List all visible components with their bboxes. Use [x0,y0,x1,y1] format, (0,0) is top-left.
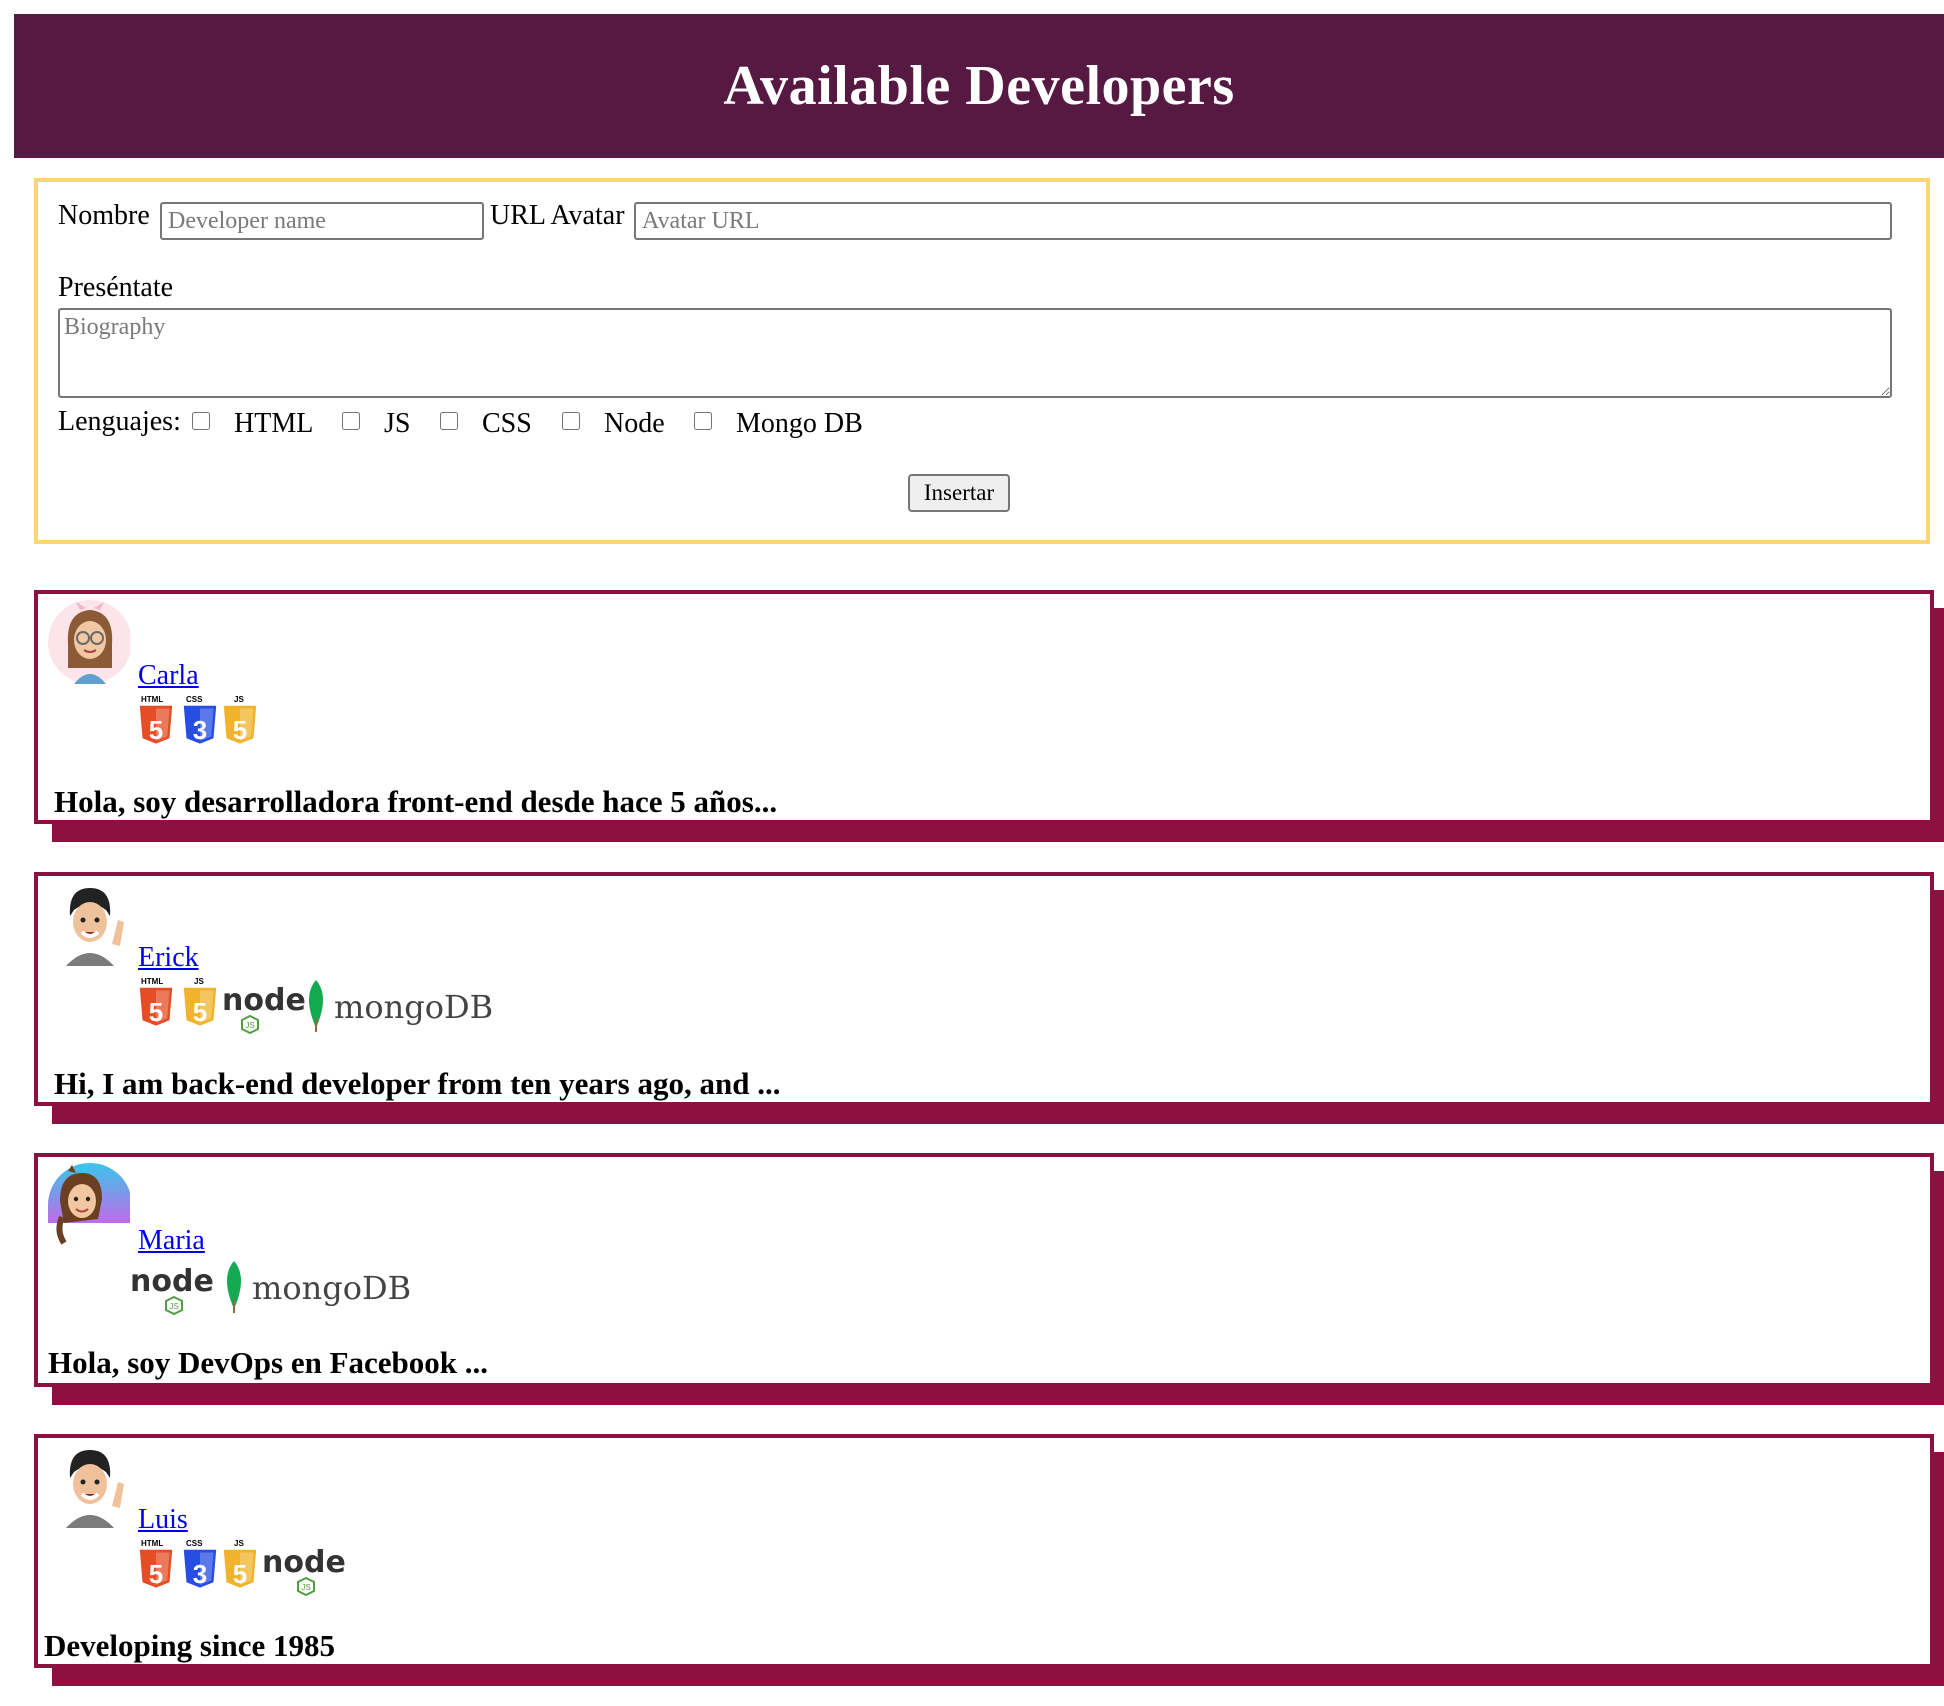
checkbox-node-label: Node [604,408,665,439]
languages-label: Lenguajes: [58,406,181,437]
developer-name-link[interactable]: Luis [138,1504,188,1536]
developer-card: Luis HTML 5 CSS 3 JS 5 node JS Developin… [34,1434,1934,1668]
js-logo: JS 5 [223,695,257,745]
skill-logos: HTML 5 CSS 3 JS 5 node JS [139,1539,346,1597]
avatar-erick [66,888,124,966]
css3-logo: CSS 3 [183,695,217,745]
css3-logo: CSS 3 [183,1539,217,1589]
developer-card: Erick HTML 5 JS 5 node JS mongoDB Hi, I … [34,872,1934,1106]
developer-card: Carla HTML 5 CSS 3 JS 5 Hola, soy desarr… [34,590,1934,824]
svg-text:3: 3 [193,1559,207,1589]
svg-text:5: 5 [149,1559,163,1589]
svg-text:3: 3 [193,715,207,745]
developer-name-input[interactable] [160,202,484,240]
svg-text:mongoDB: mongoDB [252,1269,411,1307]
developer-bio: Hola, soy desarrolladora front-end desde… [54,784,778,819]
svg-text:CSS: CSS [186,695,203,704]
avatar-carla [48,600,130,684]
svg-text:node: node [222,983,306,1018]
svg-text:5: 5 [193,997,207,1027]
developer-bio: Hi, I am back-end developer from ten yea… [54,1066,781,1101]
name-label: Nombre [58,200,150,231]
biography-textarea[interactable] [58,308,1892,398]
nodejs-logo: node JS [222,983,306,1035]
skill-logos: node JS mongoDB [130,1261,411,1316]
svg-text:HTML: HTML [141,977,163,986]
page-title: Available Developers [723,55,1235,117]
html5-logo: HTML 5 [139,1539,173,1589]
skill-logos: HTML 5 JS 5 node JS mongoDB [139,977,493,1035]
svg-text:CSS: CSS [186,1539,203,1548]
mongodb-logo: mongoDB [227,1261,411,1313]
svg-text:JS: JS [194,977,204,986]
developer-bio: Hola, soy DevOps en Facebook ... [48,1345,489,1380]
developer-name-link[interactable]: Carla [138,660,199,692]
svg-text:JS: JS [234,1539,244,1548]
developer-card: Maria node JS mongoDB Hola, soy DevOps e… [34,1153,1934,1387]
checkbox-js-label: JS [384,408,411,439]
js-logo: JS 5 [223,1539,257,1589]
checkbox-mongodb-label: Mongo DB [736,408,863,439]
checkbox-css[interactable] [440,412,458,430]
svg-text:JS: JS [301,1583,310,1592]
checkbox-html[interactable] [192,412,210,430]
mongodb-logo: mongoDB [309,980,493,1032]
checkbox-js[interactable] [342,412,360,430]
nodejs-logo: node JS [262,1545,346,1597]
html5-logo: HTML 5 [139,695,173,745]
html5-logo: HTML 5 [139,977,173,1027]
svg-text:HTML: HTML [141,695,163,704]
avatar-luis [66,1450,124,1528]
developer-name-link[interactable]: Erick [138,942,199,974]
page-header: Available Developers [14,14,1944,158]
svg-text:5: 5 [149,997,163,1027]
developer-form: Nombre URL Avatar Preséntate Lenguajes: … [34,178,1930,544]
svg-text:5: 5 [149,715,163,745]
nodejs-logo: node JS [130,1264,214,1316]
svg-text:5: 5 [233,1559,247,1589]
avatar-url-input[interactable] [634,202,1892,240]
svg-text:mongoDB: mongoDB [334,988,493,1026]
checkbox-node[interactable] [562,412,580,430]
svg-text:5: 5 [233,715,247,745]
checkbox-html-label: HTML [234,408,314,439]
svg-text:node: node [130,1264,214,1299]
developer-name-link[interactable]: Maria [138,1225,205,1257]
avatar-maria [48,1163,130,1245]
developer-bio: Developing since 1985 [44,1628,336,1663]
skill-logos: HTML 5 CSS 3 JS 5 [139,695,257,745]
svg-text:HTML: HTML [141,1539,163,1548]
svg-text:JS: JS [169,1302,178,1311]
checkbox-css-label: CSS [482,408,532,439]
checkbox-mongodb[interactable] [694,412,712,430]
biography-label: Preséntate [58,272,174,303]
svg-text:JS: JS [245,1021,254,1030]
js-logo: JS 5 [183,977,217,1027]
insert-button[interactable]: Insertar [908,474,1010,512]
svg-text:JS: JS [234,695,244,704]
avatar-url-label: URL Avatar [490,200,625,231]
svg-text:node: node [262,1545,346,1580]
